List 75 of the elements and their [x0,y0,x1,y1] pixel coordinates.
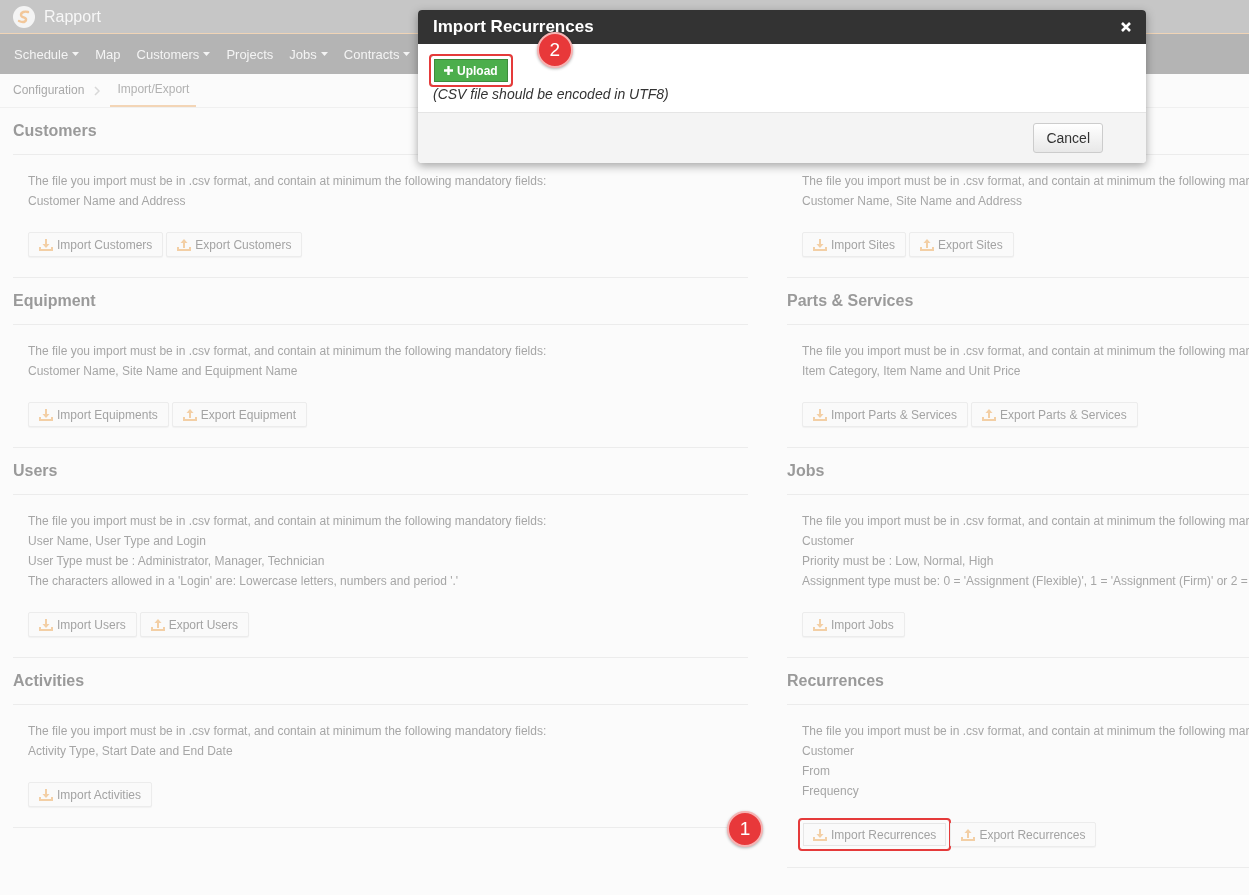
text-line: Item Category, Item Name and Unit Price [802,363,1022,380]
text-line: The file you import must be in .csv format, and contain at minimum the following mandatory fields: [28,723,548,740]
text-line: The file you import must be in .csv format, and contain at minimum the following mar [802,173,1249,190]
nav-item[interactable]: Projects [218,46,282,62]
chevron-icon [94,85,101,96]
upload-icon [982,408,997,421]
download-icon [39,788,53,801]
import-button[interactable]: Import Sites [802,232,907,257]
import-button[interactable]: Import Customers [28,232,164,257]
export-button[interactable]: Export Sites [909,232,1014,257]
text-line: User Name, User Type and Login [28,533,207,550]
breadcrumb-item[interactable]: Import/Export [110,74,197,107]
text-line: Frequency [802,783,860,800]
import-button[interactable]: Import Users [28,612,137,637]
text-line: The file you import must be in .csv format, and contain at minimum the following mandatory fields: [28,513,548,530]
upload-icon [177,238,192,251]
text-line: Customer Name, Site Name and Address [802,193,1024,210]
nav-item[interactable]: Map [87,46,129,62]
download-icon [39,238,53,251]
hint-text: (CSV file should be encoded in UTF8) [433,86,670,102]
export-button[interactable]: Export Users [139,612,250,637]
section-heading: Parts & Services [787,292,914,310]
text-line: The file you import must be in .csv format, and contain at minimum the following mar [802,343,1249,360]
section-heading: Activities [13,672,85,690]
text-line: User Type must be : Administrator, Manager, Technician [28,553,326,570]
text-line: Customer [802,743,855,760]
nav-item[interactable]: Customers [128,46,219,62]
download-icon [813,618,827,631]
text-line: The file you import must be in .csv format, and contain at minimum the following mandatory fields: [28,173,548,190]
download-icon [39,618,53,631]
text-line: Assignment type must be: 0 = 'Assignment (Flexible)', 1 = 'Assignment (Firm)' or 2 = [802,573,1249,590]
export-button[interactable]: Export Parts & Services [971,402,1138,427]
cancel-button[interactable]: Cancel [1033,123,1103,153]
text-line: The file you import must be in .csv format, and contain at minimum the following mar [802,513,1249,530]
download-icon [813,408,827,421]
text-line: The file you import must be in .csv format, and contain at minimum the following mandatory fields: [28,343,548,360]
import-button[interactable]: Import Equipments [28,402,169,427]
upload-icon [920,238,935,251]
callout-number: 2 [536,31,573,68]
import-button[interactable]: Import Activities [28,782,153,807]
text-line: Priority must be : Low, Normal, High [802,553,995,570]
text-line: The file you import must be in .csv format, and contain at minimum the following mar [802,723,1249,740]
text-line: Customer Name and Address [28,193,187,210]
section-heading: Recurrences [787,672,884,690]
nav-item[interactable]: Schedule [6,46,88,62]
upload-icon [182,408,197,421]
section-heading: Users [13,462,58,480]
section-heading: Equipment [13,292,96,310]
upload-icon [150,618,165,631]
text-line: From [802,763,831,780]
import-button[interactable]: Import Parts & Services [802,402,969,427]
text-line: The characters allowed in a 'Login' are: Lowercase letters, numbers and period '.' [28,573,460,590]
import-button[interactable]: Import Recurrences [798,818,952,851]
upload-button[interactable]: Upload [429,54,513,87]
export-button[interactable]: Export Recurrences [950,822,1097,847]
upload-icon [961,828,976,841]
export-button[interactable]: Export Customers [166,232,303,257]
section-heading: Jobs [787,462,825,480]
plus-icon [444,66,453,75]
text-line: Customer Name, Site Name and Equipment Name [28,363,299,380]
download-icon [39,408,53,421]
text-line: Customer [802,533,855,550]
download-icon [813,238,827,251]
callout-number: 1 [727,810,763,847]
close-icon [1121,22,1131,32]
breadcrumb-item[interactable]: Configuration [13,74,85,107]
nav-item[interactable]: Jobs [281,46,336,62]
download-icon [813,828,827,841]
import-button[interactable]: Import Jobs [802,612,905,637]
close-button[interactable] [1121,22,1131,32]
section-heading: Customers [13,122,97,140]
nav-item[interactable]: Contracts [335,46,419,62]
logo-icon [12,4,36,29]
export-button[interactable]: Export Equipment [171,402,308,427]
text-line: Activity Type, Start Date and End Date [28,743,234,760]
